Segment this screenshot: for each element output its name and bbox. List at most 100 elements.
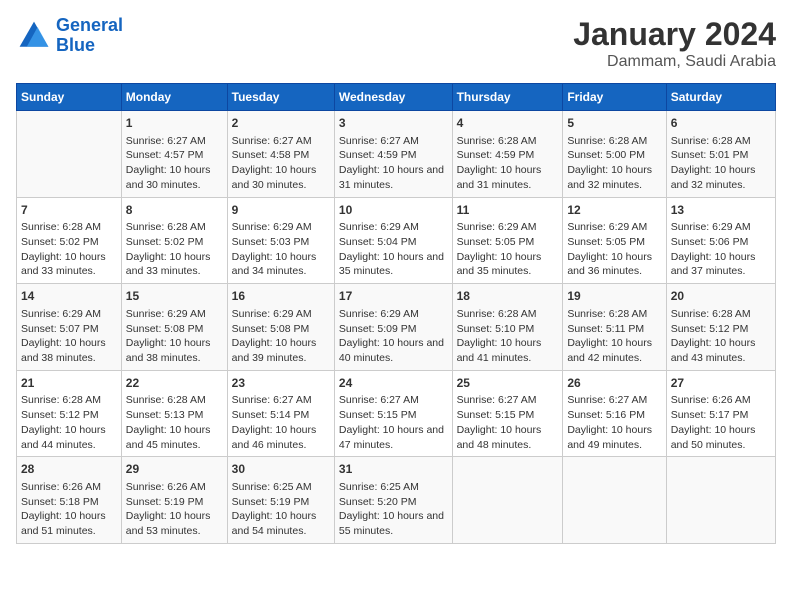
calendar-cell: 16Sunrise: 6:29 AMSunset: 5:08 PMDayligh… (227, 284, 334, 371)
calendar-cell: 27Sunrise: 6:26 AMSunset: 5:17 PMDayligh… (666, 370, 775, 457)
day-info: Sunrise: 6:27 AMSunset: 5:14 PMDaylight:… (232, 393, 330, 452)
day-info: Sunrise: 6:27 AMSunset: 5:15 PMDaylight:… (339, 393, 448, 452)
day-info: Sunrise: 6:29 AMSunset: 5:06 PMDaylight:… (671, 220, 771, 279)
logo: General Blue (16, 16, 123, 56)
day-number: 4 (457, 115, 559, 132)
day-number: 25 (457, 375, 559, 392)
weekday-header: Monday (121, 84, 227, 111)
calendar-week-row: 14Sunrise: 6:29 AMSunset: 5:07 PMDayligh… (17, 284, 776, 371)
day-info: Sunrise: 6:28 AMSunset: 5:12 PMDaylight:… (21, 393, 117, 452)
calendar-cell: 28 Sunrise: 6:26 AMSunset: 5:18 PMDayligh… (17, 457, 122, 544)
day-number: 30 (232, 461, 330, 478)
day-number: 11 (457, 202, 559, 219)
calendar-cell (666, 457, 775, 544)
weekday-header-row: SundayMondayTuesdayWednesdayThursdayFrid… (17, 84, 776, 111)
calendar-cell: 5 Sunrise: 6:28 AMSunset: 5:00 PMDaylight… (563, 111, 666, 198)
day-number: 22 (126, 375, 223, 392)
calendar-cell: 7Sunrise: 6:28 AMSunset: 5:02 PMDaylight… (17, 197, 122, 284)
calendar-cell: 26Sunrise: 6:27 AMSunset: 5:16 PMDayligh… (563, 370, 666, 457)
day-info: Sunrise: 6:26 AMSunset: 5:19 PMDaylight:… (126, 480, 223, 539)
calendar-cell: 23Sunrise: 6:27 AMSunset: 5:14 PMDayligh… (227, 370, 334, 457)
day-number: 19 (567, 288, 661, 305)
day-number: 16 (232, 288, 330, 305)
day-number: 1 (126, 115, 223, 132)
day-info: Sunrise: 6:26 AMSunset: 5:18 PMDaylight:… (21, 480, 117, 539)
day-number: 17 (339, 288, 448, 305)
day-info: Sunrise: 6:28 AMSunset: 5:02 PMDaylight:… (21, 220, 117, 279)
day-info: Sunrise: 6:28 AMSunset: 5:01 PMDaylight:… (671, 134, 771, 193)
day-info: Sunrise: 6:27 AMSunset: 4:57 PMDaylight:… (126, 134, 223, 193)
weekday-header: Thursday (452, 84, 563, 111)
day-info: Sunrise: 6:29 AMSunset: 5:04 PMDaylight:… (339, 220, 448, 279)
calendar-cell: 15Sunrise: 6:29 AMSunset: 5:08 PMDayligh… (121, 284, 227, 371)
day-number: 31 (339, 461, 448, 478)
day-info: Sunrise: 6:28 AMSunset: 5:12 PMDaylight:… (671, 307, 771, 366)
day-number: 18 (457, 288, 559, 305)
calendar-cell: 6Sunrise: 6:28 AMSunset: 5:01 PMDaylight… (666, 111, 775, 198)
weekday-header: Tuesday (227, 84, 334, 111)
logo-text: General Blue (56, 16, 123, 56)
day-info: Sunrise: 6:28 AMSunset: 5:00 PMDaylight:… (567, 134, 661, 193)
calendar-cell: 22Sunrise: 6:28 AMSunset: 5:13 PMDayligh… (121, 370, 227, 457)
calendar-week-row: 7Sunrise: 6:28 AMSunset: 5:02 PMDaylight… (17, 197, 776, 284)
weekday-header: Saturday (666, 84, 775, 111)
day-number: 3 (339, 115, 448, 132)
calendar-cell: 19 Sunrise: 6:28 AMSunset: 5:11 PMDayligh… (563, 284, 666, 371)
calendar-cell: 8Sunrise: 6:28 AMSunset: 5:02 PMDaylight… (121, 197, 227, 284)
calendar-cell: 29 Sunrise: 6:26 AMSunset: 5:19 PMDayligh… (121, 457, 227, 544)
day-number: 20 (671, 288, 771, 305)
day-number: 10 (339, 202, 448, 219)
day-info: Sunrise: 6:29 AMSunset: 5:03 PMDaylight:… (232, 220, 330, 279)
logo-icon (16, 18, 52, 54)
page-header: General Blue January 2024 Dammam, Saudi … (16, 16, 776, 71)
day-info: Sunrise: 6:29 AMSunset: 5:08 PMDaylight:… (126, 307, 223, 366)
calendar-cell: 13Sunrise: 6:29 AMSunset: 5:06 PMDayligh… (666, 197, 775, 284)
day-info: Sunrise: 6:29 AMSunset: 5:07 PMDaylight:… (21, 307, 117, 366)
day-number: 24 (339, 375, 448, 392)
calendar-week-row: 21Sunrise: 6:28 AMSunset: 5:12 PMDayligh… (17, 370, 776, 457)
day-number: 5 (567, 115, 661, 132)
calendar-cell: 18 Sunrise: 6:28 AMSunset: 5:10 PMDayligh… (452, 284, 563, 371)
day-info: Sunrise: 6:28 AMSunset: 5:10 PMDaylight:… (457, 307, 559, 366)
day-info: Sunrise: 6:27 AMSunset: 5:15 PMDaylight:… (457, 393, 559, 452)
calendar-cell: 1 Sunrise: 6:27 AMSunset: 4:57 PMDaylight… (121, 111, 227, 198)
day-number: 27 (671, 375, 771, 392)
calendar-cell: 31 Sunrise: 6:25 AMSunset: 5:20 PMDayligh… (334, 457, 452, 544)
weekday-header: Sunday (17, 84, 122, 111)
calendar-cell: 21Sunrise: 6:28 AMSunset: 5:12 PMDayligh… (17, 370, 122, 457)
day-number: 29 (126, 461, 223, 478)
day-info: Sunrise: 6:28 AMSunset: 5:13 PMDaylight:… (126, 393, 223, 452)
day-info: Sunrise: 6:25 AMSunset: 5:20 PMDaylight:… (339, 480, 448, 539)
calendar-cell: 12Sunrise: 6:29 AMSunset: 5:05 PMDayligh… (563, 197, 666, 284)
day-number: 12 (567, 202, 661, 219)
day-number: 9 (232, 202, 330, 219)
day-number: 21 (21, 375, 117, 392)
day-info: Sunrise: 6:27 AMSunset: 4:59 PMDaylight:… (339, 134, 448, 193)
day-info: Sunrise: 6:28 AMSunset: 5:11 PMDaylight:… (567, 307, 661, 366)
day-info: Sunrise: 6:26 AMSunset: 5:17 PMDaylight:… (671, 393, 771, 452)
day-info: Sunrise: 6:28 AMSunset: 5:02 PMDaylight:… (126, 220, 223, 279)
calendar-cell: 4 Sunrise: 6:28 AMSunset: 4:59 PMDaylight… (452, 111, 563, 198)
calendar-cell: 14Sunrise: 6:29 AMSunset: 5:07 PMDayligh… (17, 284, 122, 371)
calendar-week-row: 1 Sunrise: 6:27 AMSunset: 4:57 PMDaylight… (17, 111, 776, 198)
day-info: Sunrise: 6:29 AMSunset: 5:09 PMDaylight:… (339, 307, 448, 366)
day-number: 7 (21, 202, 117, 219)
calendar-table: SundayMondayTuesdayWednesdayThursdayFrid… (16, 83, 776, 544)
calendar-cell: 10Sunrise: 6:29 AMSunset: 5:04 PMDayligh… (334, 197, 452, 284)
day-info: Sunrise: 6:25 AMSunset: 5:19 PMDaylight:… (232, 480, 330, 539)
day-number: 13 (671, 202, 771, 219)
weekday-header: Wednesday (334, 84, 452, 111)
day-info: Sunrise: 6:29 AMSunset: 5:05 PMDaylight:… (457, 220, 559, 279)
page-subtitle: Dammam, Saudi Arabia (573, 53, 776, 71)
day-number: 28 (21, 461, 117, 478)
calendar-cell: 17 Sunrise: 6:29 AMSunset: 5:09 PMDayligh… (334, 284, 452, 371)
day-info: Sunrise: 6:28 AMSunset: 4:59 PMDaylight:… (457, 134, 559, 193)
day-number: 23 (232, 375, 330, 392)
day-number: 2 (232, 115, 330, 132)
day-number: 8 (126, 202, 223, 219)
day-number: 26 (567, 375, 661, 392)
calendar-cell (452, 457, 563, 544)
calendar-cell (563, 457, 666, 544)
day-info: Sunrise: 6:27 AMSunset: 5:16 PMDaylight:… (567, 393, 661, 452)
calendar-week-row: 28 Sunrise: 6:26 AMSunset: 5:18 PMDayligh… (17, 457, 776, 544)
